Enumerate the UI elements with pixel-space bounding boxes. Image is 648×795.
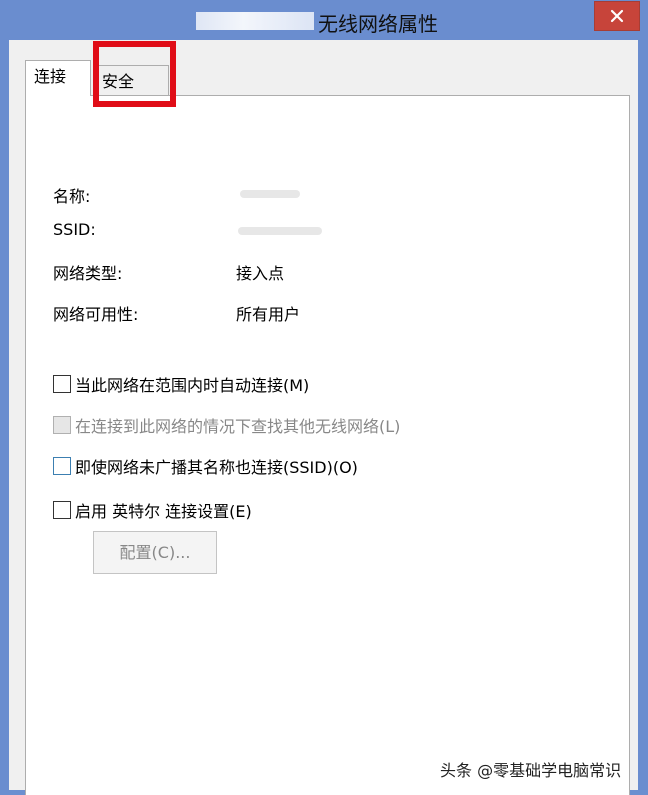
watermark: 头条 @零基础学电脑常识 xyxy=(440,761,622,780)
availability-label: 网络可用性: xyxy=(53,305,139,324)
intel-settings-option[interactable]: 启用 英特尔 连接设置(E) xyxy=(53,498,252,522)
title-bar[interactable]: 无线网络属性 xyxy=(0,0,648,42)
auto-connect-checkbox[interactable] xyxy=(53,375,71,393)
intel-settings-label: 启用 英特尔 连接设置(E) xyxy=(75,502,252,521)
redacted-network-name xyxy=(196,12,314,30)
network-type-label: 网络类型: xyxy=(53,264,123,283)
dialog-body: 安全 连接 名称: SSID: 网络类型: 接入点 网络可用性: 所有用户 当此… xyxy=(9,40,638,795)
ssid-label: SSID: xyxy=(53,220,96,239)
redacted-name-value xyxy=(240,190,300,198)
window-title: 无线网络属性 xyxy=(318,12,438,36)
look-for-other-option: 在连接到此网络的情况下查找其他无线网络(L) xyxy=(53,413,400,437)
connect-hidden-checkbox[interactable] xyxy=(53,457,71,475)
name-label: 名称: xyxy=(53,187,91,206)
network-type-value: 接入点 xyxy=(236,264,285,283)
look-for-other-checkbox xyxy=(53,416,71,434)
auto-connect-label: 当此网络在范围内时自动连接(M) xyxy=(75,376,310,395)
close-button[interactable] xyxy=(594,1,640,31)
availability-value: 所有用户 xyxy=(236,305,301,324)
connect-hidden-option[interactable]: 即使网络未广播其名称也连接(SSID)(O) xyxy=(53,454,358,478)
close-icon xyxy=(610,9,624,23)
look-for-other-label: 在连接到此网络的情况下查找其他无线网络(L) xyxy=(75,417,401,436)
tab-panel-connection: 名称: SSID: 网络类型: 接入点 网络可用性: 所有用户 当此网络在范围内… xyxy=(25,95,630,795)
redacted-ssid-value xyxy=(238,227,322,235)
tab-connection[interactable]: 连接 xyxy=(25,60,91,96)
intel-settings-checkbox[interactable] xyxy=(53,501,71,519)
configure-button: 配置(C)... xyxy=(93,531,217,574)
connect-hidden-label: 即使网络未广播其名称也连接(SSID)(O) xyxy=(75,458,358,477)
auto-connect-option[interactable]: 当此网络在范围内时自动连接(M) xyxy=(53,372,309,396)
highlight-box xyxy=(93,41,176,107)
properties-window: 无线网络属性 安全 连接 名称: SSID: 网络类型: 接入点 网络可用性: … xyxy=(0,0,648,795)
